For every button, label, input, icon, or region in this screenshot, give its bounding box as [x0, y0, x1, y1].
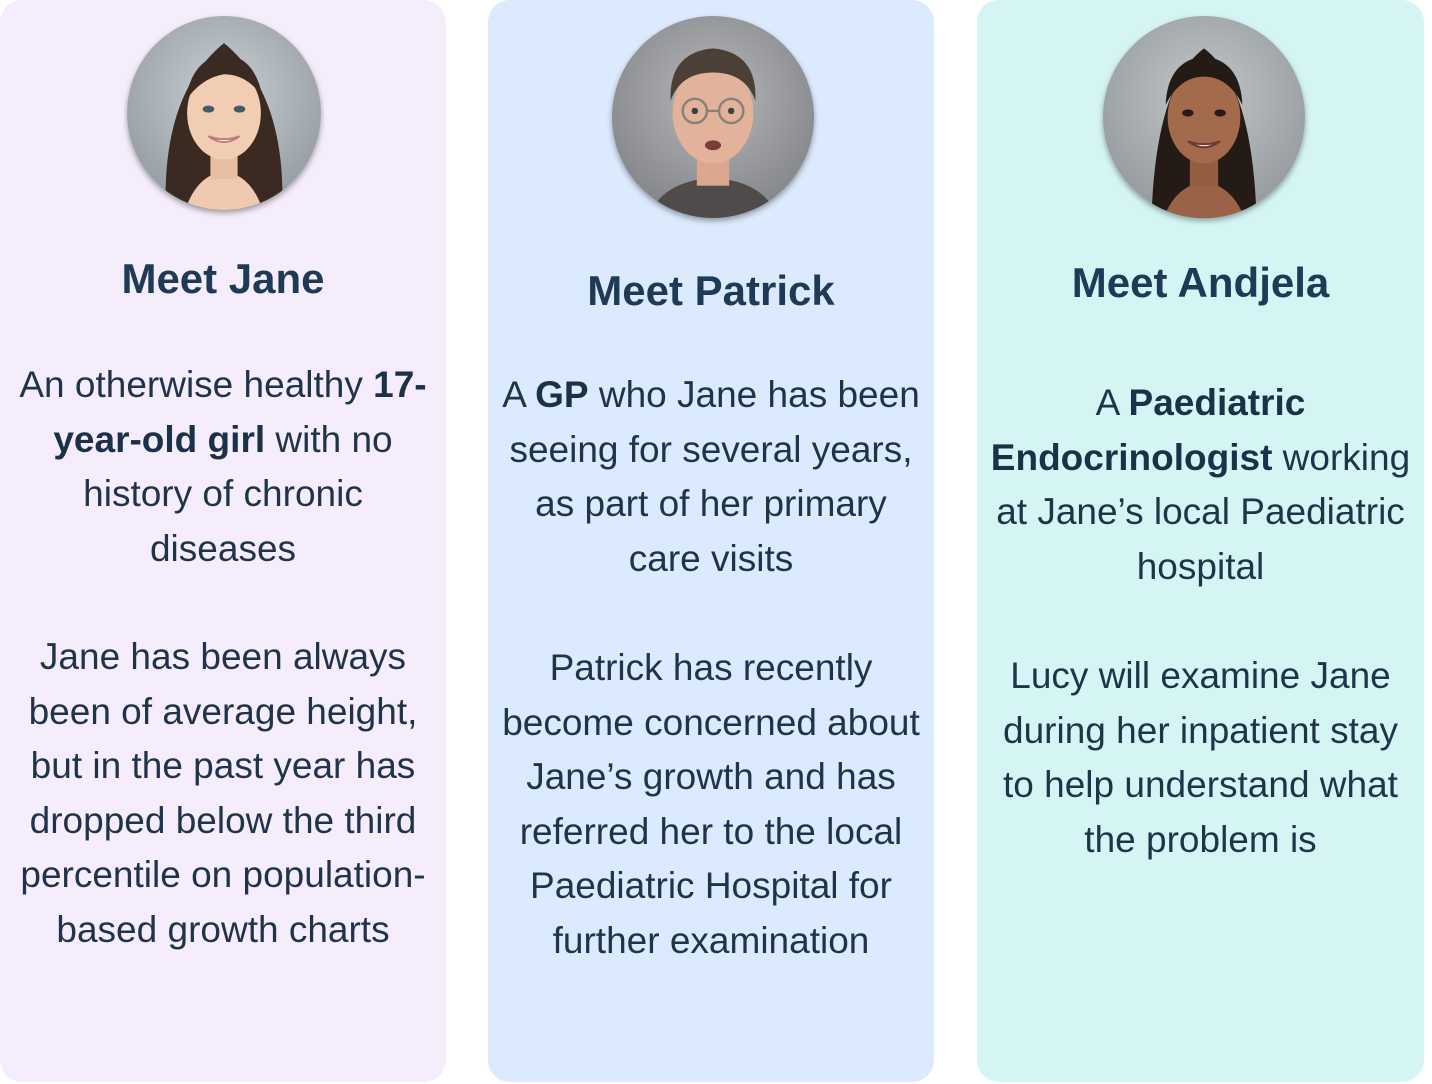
andjela-intro-text: A Paediatric Endocrinologist working at …	[987, 376, 1414, 594]
andjela-exam-text: Lucy will examine Jane during her inpati…	[1003, 655, 1398, 860]
jane-portrait-image	[127, 16, 321, 210]
patrick-intro-text: A GP who Jane has been seeing for severa…	[498, 368, 924, 586]
profile-card-andjela: Meet Andjela A Paediatric Endocrinologis…	[977, 0, 1424, 1082]
jane-intro-text: An otherwise healthy 17-year-old girl wi…	[10, 358, 436, 576]
andjela-avatar	[1103, 16, 1305, 218]
patrick-portrait-image	[612, 16, 814, 218]
profile-card-patrick: Meet Patrick A GP who Jane has been seei…	[488, 0, 934, 1082]
patrick-intro-highlight: GP	[535, 374, 589, 415]
jane-avatar	[127, 16, 321, 210]
patrick-referral-text: Patrick has recently become concerned ab…	[502, 647, 920, 961]
patrick-intro-lead: A	[502, 374, 536, 415]
jane-title: Meet Jane	[121, 255, 325, 302]
andjela-title: Meet Andjela	[1071, 259, 1330, 306]
jane-intro-lead: An otherwise healthy	[19, 364, 374, 405]
patrick-title: Meet Patrick	[587, 267, 835, 314]
andjela-intro-lead: A	[1095, 382, 1129, 423]
andjela-portrait-image	[1103, 16, 1305, 218]
jane-background-text: Jane has been always been of average hei…	[20, 636, 426, 950]
patrick-avatar	[612, 16, 814, 218]
andjela-intro-highlight: Paediatric Endocrinologist	[990, 382, 1306, 478]
profile-card-jane: Meet Jane An otherwise healthy 17-year-o…	[0, 0, 446, 1082]
